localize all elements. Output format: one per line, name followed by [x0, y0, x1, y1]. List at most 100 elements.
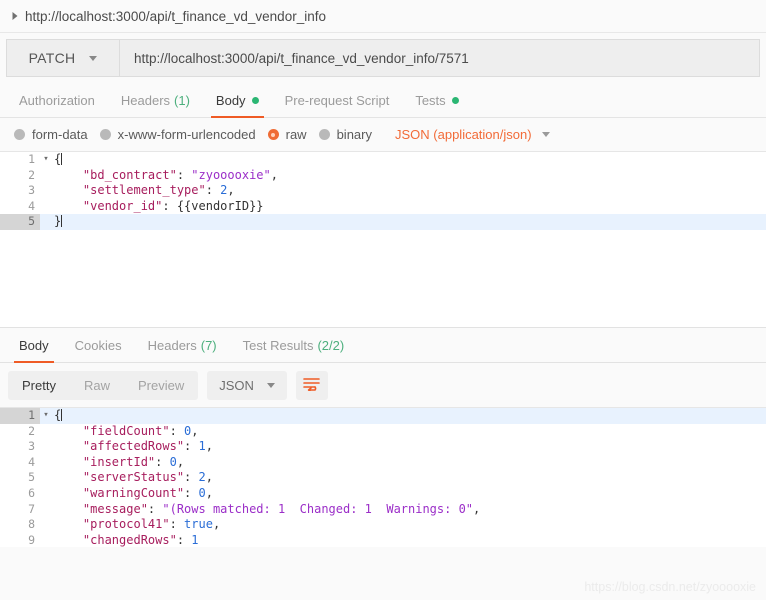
code-token: { — [54, 152, 62, 166]
request-body-type-row: form-data x-www-form-urlencoded raw binary … — [0, 118, 766, 151]
code-token: "bd_contract" — [54, 167, 177, 182]
collapsed-request-name: http://localhost:3000/api/t_finance_vd_v… — [25, 8, 326, 24]
request-tab-authorization[interactable]: Authorization — [6, 83, 108, 117]
response-view-mode-group: Pretty Raw Preview — [8, 370, 199, 400]
response-tab-cookies[interactable]: Cookies — [62, 328, 135, 362]
code-token: , — [205, 470, 213, 485]
response-view-mode-label: Preview — [137, 377, 185, 393]
request-tab-body[interactable]: Body — [203, 83, 272, 118]
response-format-selector[interactable]: JSON — [207, 370, 287, 400]
code-token: , — [212, 517, 221, 532]
code-token: "insertId" — [54, 454, 156, 469]
response-view-mode-pretty[interactable]: Pretty — [8, 371, 70, 400]
text-cursor — [61, 153, 63, 165]
code-token: : — [155, 454, 170, 469]
request-body-line[interactable]: 3 "settlement_type": 2, — [0, 183, 766, 199]
code-token: , — [176, 454, 185, 469]
response-body-line[interactable]: 4 "insertId": 0, — [0, 455, 766, 471]
response-view-mode-preview[interactable]: Preview — [124, 371, 198, 400]
request-body-line-number: 5 — [0, 214, 40, 230]
collapsed-request-bar[interactable]: http://localhost:3000/api/t_finance_vd_v… — [0, 0, 766, 33]
response-body-line[interactable]: 3 "affectedRows": 1, — [0, 439, 766, 455]
code-token: 0 — [198, 485, 206, 500]
request-tab-label: Tests — [415, 92, 446, 108]
request-body-line[interactable]: 2 "bd_contract": "zyooooxie", — [0, 168, 766, 184]
code-token: "affectedRows" — [54, 439, 185, 454]
response-view-mode-label: Pretty — [22, 377, 56, 393]
url-input[interactable]: http://localhost:3000/api/t_finance_vd_v… — [119, 39, 760, 77]
response-tab-test-results[interactable]: Test Results (2/2) — [230, 328, 358, 362]
response-body-line[interactable]: 7 "message": "(Rows matched: 1 Changed: … — [0, 502, 766, 518]
radio-icon — [318, 129, 330, 140]
response-body-line-number: 2 — [28, 423, 35, 438]
response-view-mode-label: Raw — [83, 377, 110, 393]
body-type-label: x-www-form-urlencoded — [117, 127, 256, 142]
body-type-label: binary — [336, 127, 372, 142]
response-format-label: JSON — [219, 377, 254, 393]
fold-toggle-icon[interactable]: ▾ — [40, 408, 52, 424]
code-token: 0 — [169, 454, 177, 469]
response-body-line[interactable]: 6 "warningCount": 0, — [0, 486, 766, 502]
code-token: : — [176, 167, 192, 182]
http-method-selector[interactable]: PATCH — [6, 39, 119, 77]
response-body-line-text: { — [52, 408, 63, 424]
triangle-right-icon[interactable] — [8, 9, 22, 23]
response-body-line[interactable]: 5 "serverStatus": 2, — [0, 470, 766, 486]
code-token: : — [184, 439, 199, 454]
request-body-editor[interactable]: 1 ▾{2 "bd_contract": "zyooooxie", 3 "settl… — [0, 151, 766, 327]
response-body-line-text: "changedRows": 1 — [52, 533, 199, 547]
response-tab-headers[interactable]: Headers (7) — [135, 328, 230, 362]
response-body-line[interactable]: 2 "fieldCount": 0, — [0, 424, 766, 440]
code-token: "serverStatus" — [54, 470, 185, 485]
request-body-line-text: { — [52, 152, 63, 168]
code-token: "changedRows" — [54, 532, 177, 547]
response-body-line-text: "insertId": 0, — [52, 455, 184, 471]
body-type-raw[interactable]: raw — [267, 127, 307, 142]
fold-toggle-icon[interactable]: ▾ — [40, 152, 52, 168]
word-wrap-button[interactable] — [295, 370, 328, 400]
code-token: , — [473, 501, 481, 516]
code-token: {{vendorID}} — [176, 198, 264, 213]
http-method-label: PATCH — [28, 50, 76, 66]
content-type-label: JSON (application/json) — [395, 127, 532, 142]
response-toolbar: Pretty Raw Preview JSON — [0, 363, 766, 407]
request-tab-status-dot — [451, 96, 459, 104]
response-body-line-text: "message": "(Rows matched: 1 Changed: 1 … — [52, 502, 480, 518]
request-body-line-text: "settlement_type": 2, — [52, 183, 235, 199]
request-body-line-text: "vendor_id": {{vendorID}} — [52, 199, 264, 215]
code-token: : — [162, 198, 177, 213]
url-input-value: http://localhost:3000/api/t_finance_vd_v… — [134, 50, 469, 66]
response-body-editor[interactable]: 1 ▾{2 "fieldCount": 0, 3 "affectedRows": 1… — [0, 407, 766, 547]
content-type-selector[interactable]: JSON (application/json) — [395, 127, 550, 142]
response-tab-body[interactable]: Body — [6, 328, 62, 363]
code-token: "protocol41" — [54, 517, 170, 532]
code-token: "zyooooxie" — [191, 167, 271, 182]
response-body-line[interactable]: 1 ▾{ — [0, 408, 766, 424]
request-tab-pre-request-script[interactable]: Pre-request Script — [272, 83, 403, 117]
body-type-binary[interactable]: binary — [318, 127, 372, 142]
response-body-line-text: "serverStatus": 2, — [52, 470, 213, 486]
request-tab-count: (1) — [174, 92, 190, 108]
request-tab-headers[interactable]: Headers (1) — [108, 83, 203, 117]
request-body-line[interactable]: 4 "vendor_id": {{vendorID}} — [0, 199, 766, 215]
watermark: https://blog.csdn.net/zyooooxie — [584, 580, 756, 594]
request-body-line-number: 4 — [28, 198, 35, 213]
body-type-form-data[interactable]: form-data — [14, 127, 88, 142]
code-token: 1 — [191, 532, 199, 547]
response-body-line[interactable]: 8 "protocol41": true, — [0, 517, 766, 533]
request-body-line-number: 2 — [28, 167, 35, 182]
code-token: "vendor_id" — [54, 198, 163, 213]
code-token: true — [184, 517, 213, 532]
response-body-line[interactable]: 9 "changedRows": 1 — [0, 533, 766, 547]
request-tab-label: Pre-request Script — [284, 92, 390, 108]
request-tab-tests[interactable]: Tests — [402, 83, 471, 117]
response-view-mode-raw[interactable]: Raw — [70, 371, 124, 400]
response-body-line-text: "fieldCount": 0, — [52, 424, 199, 440]
body-type-x-www-form-urlencoded[interactable]: x-www-form-urlencoded — [99, 127, 256, 142]
code-token: "(Rows matched: 1 Changed: 1 Warnings: 0… — [162, 501, 474, 516]
request-body-line[interactable]: 1 ▾{ — [0, 152, 766, 168]
request-body-line[interactable]: 5} — [0, 214, 766, 230]
response-body-line-number: 6 — [28, 485, 35, 500]
chevron-down-icon — [541, 132, 550, 137]
request-tabs: Authorization Headers (1) Body Pre-request S… — [0, 83, 766, 118]
